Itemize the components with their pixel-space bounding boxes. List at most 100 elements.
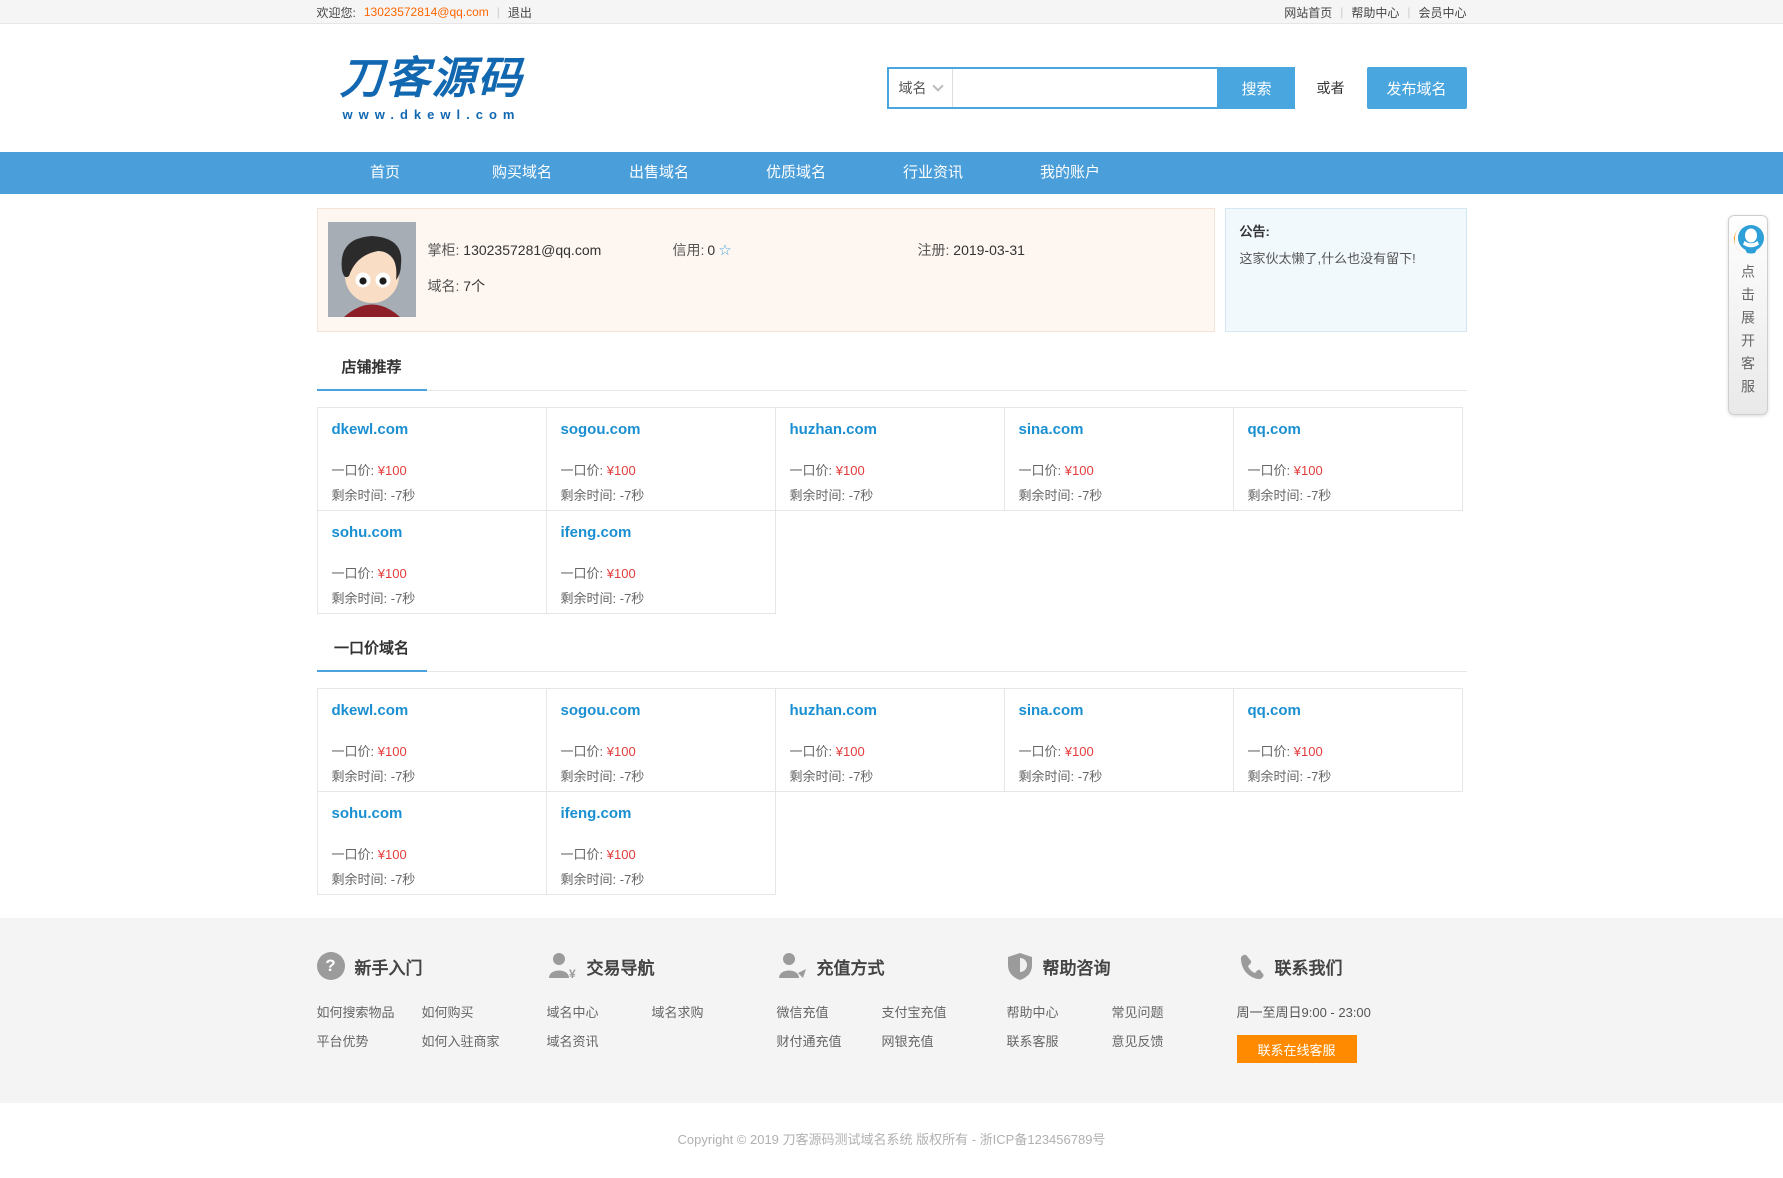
online-service-button[interactable]: 联系在线客服 bbox=[1237, 1035, 1357, 1063]
domain-card[interactable]: ifeng.com 一口价: ¥100 剩余时间: -7秒 bbox=[546, 791, 776, 895]
tab-shop-recommend[interactable]: 店铺推荐 bbox=[317, 356, 427, 391]
price-label: 一口价: bbox=[790, 463, 833, 478]
domain-card[interactable]: sogou.com 一口价: ¥100 剩余时间: -7秒 bbox=[546, 688, 776, 792]
time-value: -7秒 bbox=[1307, 488, 1332, 503]
footer-link[interactable]: 支付宝充值 bbox=[882, 1002, 987, 1021]
domain-link[interactable]: sina.com bbox=[1019, 702, 1219, 719]
footer-link[interactable]: 域名求购 bbox=[652, 1002, 757, 1021]
domain-link[interactable]: sogou.com bbox=[561, 702, 761, 719]
footer-col-title: 帮助咨询 bbox=[1043, 954, 1111, 979]
logo-title: 刀客源码 bbox=[340, 55, 524, 103]
time-value: -7秒 bbox=[1307, 769, 1332, 784]
topbar-divider: | bbox=[1340, 5, 1343, 19]
footer-link[interactable]: 帮助中心 bbox=[1007, 1002, 1112, 1021]
footer-link[interactable]: 常见问题 bbox=[1112, 1002, 1217, 1021]
time-label: 剩余时间: bbox=[1248, 488, 1304, 503]
nav-item-home[interactable]: 首页 bbox=[317, 152, 454, 194]
footer-link[interactable]: 网银充值 bbox=[882, 1031, 987, 1050]
footer-link[interactable]: 联系客服 bbox=[1007, 1031, 1112, 1050]
domain-card[interactable]: dkewl.com 一口价: ¥100 剩余时间: -7秒 bbox=[317, 407, 547, 511]
search-input[interactable] bbox=[953, 69, 1217, 107]
section-tabbar: 一口价域名 bbox=[317, 637, 1467, 672]
domain-link[interactable]: ifeng.com bbox=[561, 524, 761, 541]
time-label: 剩余时间: bbox=[561, 872, 617, 887]
domain-card[interactable]: qq.com 一口价: ¥100 剩余时间: -7秒 bbox=[1233, 407, 1463, 511]
credit-value: 0 bbox=[707, 242, 715, 258]
nav-item-my-account[interactable]: 我的账户 bbox=[1002, 152, 1139, 194]
price-label: 一口价: bbox=[332, 847, 375, 862]
search-button[interactable]: 搜索 bbox=[1219, 67, 1295, 109]
time-value: -7秒 bbox=[620, 488, 645, 503]
footer-link[interactable]: 如何入驻商家 bbox=[422, 1031, 527, 1050]
footer-col-help: 帮助咨询 帮助中心 常见问题 联系客服 意见反馈 bbox=[1007, 952, 1237, 1063]
footer-link[interactable]: 域名中心 bbox=[547, 1002, 652, 1021]
time-label: 剩余时间: bbox=[790, 769, 846, 784]
nav-item-premium-domain[interactable]: 优质域名 bbox=[728, 152, 865, 194]
domain-link[interactable]: sohu.com bbox=[332, 524, 532, 541]
time-label: 剩余时间: bbox=[332, 488, 388, 503]
footer-link[interactable]: 如何购买 bbox=[422, 1002, 527, 1021]
card-grid: dkewl.com 一口价: ¥100 剩余时间: -7秒 sogou.com … bbox=[317, 688, 1467, 894]
footer-link[interactable]: 平台优势 bbox=[317, 1031, 422, 1050]
time-label: 剩余时间: bbox=[1019, 769, 1075, 784]
time-value: -7秒 bbox=[849, 769, 874, 784]
tab-fixed-price[interactable]: 一口价域名 bbox=[317, 637, 427, 672]
domain-card[interactable]: dkewl.com 一口价: ¥100 剩余时间: -7秒 bbox=[317, 688, 547, 792]
domain-card[interactable]: huzhan.com 一口价: ¥100 剩余时间: -7秒 bbox=[775, 407, 1005, 511]
topbar-link-help[interactable]: 帮助中心 bbox=[1351, 4, 1399, 21]
price-label: 一口价: bbox=[1019, 744, 1062, 759]
price-label: 一口价: bbox=[332, 566, 375, 581]
footer-link[interactable]: 域名资讯 bbox=[547, 1031, 652, 1050]
domain-link[interactable]: sogou.com bbox=[561, 421, 761, 438]
nav-item-buy-domain[interactable]: 购买域名 bbox=[454, 152, 591, 194]
topbar-link-member[interactable]: 会员中心 bbox=[1418, 4, 1466, 21]
footer-link[interactable]: 财付通充值 bbox=[777, 1031, 882, 1050]
customer-service-tab[interactable]: 点击展开客服 bbox=[1728, 215, 1768, 415]
domain-card[interactable]: ifeng.com 一口价: ¥100 剩余时间: -7秒 bbox=[546, 510, 776, 614]
domain-link[interactable]: ifeng.com bbox=[561, 805, 761, 822]
shopkeeper-label: 掌柜: bbox=[428, 242, 460, 258]
time-value: -7秒 bbox=[620, 769, 645, 784]
domain-link[interactable]: huzhan.com bbox=[790, 702, 990, 719]
question-icon: ? bbox=[317, 952, 345, 980]
domain-card[interactable]: sina.com 一口价: ¥100 剩余时间: -7秒 bbox=[1004, 688, 1234, 792]
footer-col-contact: 联系我们 周一至周日9:00 - 23:00 联系在线客服 bbox=[1237, 952, 1467, 1063]
site-logo[interactable]: 刀客源码 www.dkewl.com bbox=[317, 55, 547, 122]
domain-card[interactable]: sogou.com 一口价: ¥100 剩余时间: -7秒 bbox=[546, 407, 776, 511]
search-category-select[interactable]: 域名 bbox=[889, 69, 953, 107]
price-value: ¥100 bbox=[607, 463, 636, 478]
footer-link[interactable]: 意见反馈 bbox=[1112, 1031, 1217, 1050]
footer-link[interactable]: 如何搜索物品 bbox=[317, 1002, 422, 1021]
domain-link[interactable]: dkewl.com bbox=[332, 702, 532, 719]
or-label: 或者 bbox=[1317, 78, 1345, 98]
domain-card[interactable]: qq.com 一口价: ¥100 剩余时间: -7秒 bbox=[1233, 688, 1463, 792]
seller-info-panel: 掌柜: 1302357281@qq.com 信用: 0 ☆ 注册: 2019-0… bbox=[317, 208, 1215, 332]
domain-link[interactable]: qq.com bbox=[1248, 702, 1448, 719]
domain-count-value: 7个 bbox=[463, 278, 485, 294]
nav-item-sell-domain[interactable]: 出售域名 bbox=[591, 152, 728, 194]
footer-col-title: 联系我们 bbox=[1275, 954, 1343, 979]
topbar-user-email[interactable]: 13023572814@qq.com bbox=[364, 5, 489, 19]
topbar-link-home[interactable]: 网站首页 bbox=[1284, 4, 1332, 21]
footer-link[interactable]: 微信充值 bbox=[777, 1002, 882, 1021]
domain-card[interactable]: sina.com 一口价: ¥100 剩余时间: -7秒 bbox=[1004, 407, 1234, 511]
domain-card[interactable]: sohu.com 一口价: ¥100 剩余时间: -7秒 bbox=[317, 510, 547, 614]
domain-link[interactable]: qq.com bbox=[1248, 421, 1448, 438]
price-value: ¥100 bbox=[378, 847, 407, 862]
section-fixed-price: 一口价域名 dkewl.com 一口价: ¥100 剩余时间: -7秒 sogo… bbox=[317, 637, 1467, 894]
domain-card[interactable]: huzhan.com 一口价: ¥100 剩余时间: -7秒 bbox=[775, 688, 1005, 792]
domain-link[interactable]: huzhan.com bbox=[790, 421, 990, 438]
price-label: 一口价: bbox=[561, 744, 604, 759]
domain-link[interactable]: sina.com bbox=[1019, 421, 1219, 438]
nav-item-industry-news[interactable]: 行业资讯 bbox=[865, 152, 1002, 194]
publish-domain-button[interactable]: 发布域名 bbox=[1367, 67, 1467, 109]
time-label: 剩余时间: bbox=[1019, 488, 1075, 503]
domain-card[interactable]: sohu.com 一口价: ¥100 剩余时间: -7秒 bbox=[317, 791, 547, 895]
logout-link[interactable]: 退出 bbox=[508, 4, 532, 21]
domain-link[interactable]: sohu.com bbox=[332, 805, 532, 822]
search-box: 域名 bbox=[887, 67, 1219, 109]
domain-link[interactable]: dkewl.com bbox=[332, 421, 532, 438]
time-value: -7秒 bbox=[620, 591, 645, 606]
service-hours: 周一至周日9:00 - 23:00 bbox=[1237, 1002, 1467, 1021]
time-label: 剩余时间: bbox=[332, 872, 388, 887]
